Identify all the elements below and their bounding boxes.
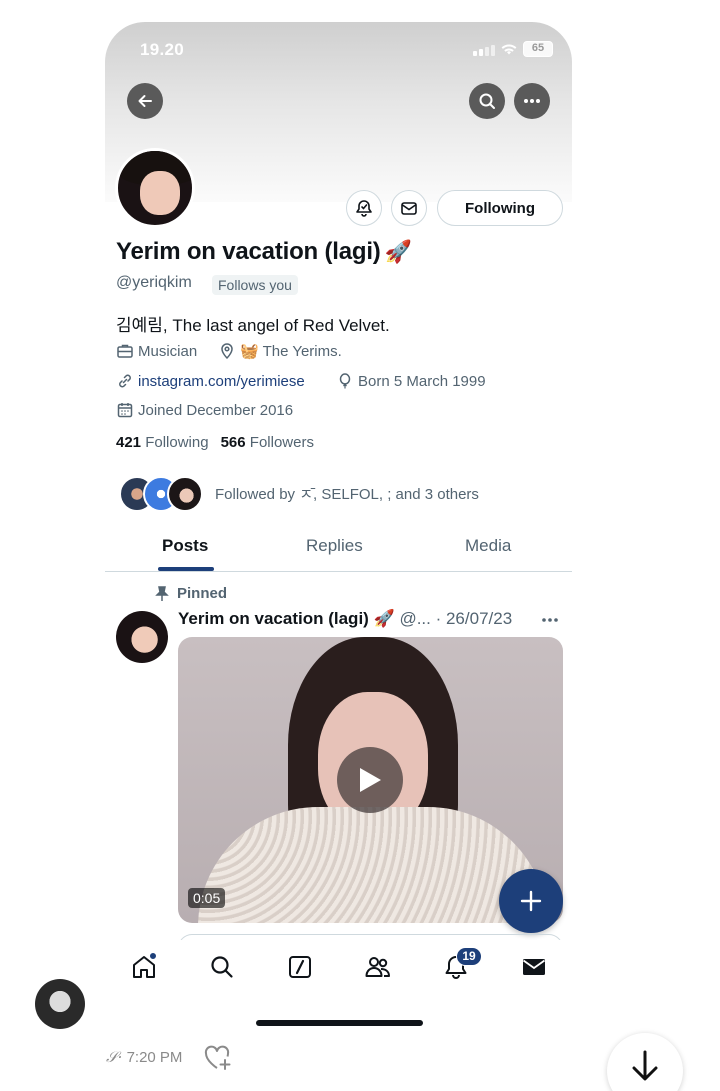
play-icon (360, 768, 381, 792)
profile-name: Yerim on vacation (lagi) 🚀 (116, 238, 412, 265)
status-time: 19.20 (140, 40, 185, 59)
battery-indicator: 65 (523, 41, 553, 57)
message-time: 7:20 PM (126, 1049, 183, 1066)
profile-location: 🧺 The Yerims. (218, 342, 342, 360)
shared-profile-screenshot[interactable]: 19.20 65 Following Yerim on vacation (la… (105, 22, 572, 1040)
home-unread-dot (149, 952, 157, 960)
following-count-link[interactable]: 421 Following (116, 434, 209, 451)
calendar-icon (117, 403, 133, 418)
status-bar: 19.20 65 (105, 22, 572, 78)
followers-count-link[interactable]: 566 Followers (221, 434, 314, 451)
post-more-button[interactable] (541, 610, 559, 628)
active-tab-indicator (158, 567, 214, 571)
search-icon (211, 956, 233, 978)
ellipsis-icon (524, 99, 540, 103)
video-duration: 0:05 (188, 888, 226, 908)
nav-messages[interactable] (520, 953, 548, 981)
profile-stats: 421 Following 566 Followers (116, 434, 314, 451)
profile-website-link[interactable]: instagram.com/yerimiese (116, 372, 305, 390)
profile-bio: 김예림, The last angel of Red Velvet. (116, 316, 390, 335)
scroll-to-bottom-button[interactable] (607, 1033, 683, 1091)
follows-you-badge: Follows you (212, 275, 298, 295)
post-handle-date: @... · 26/07/23 (394, 609, 513, 628)
envelope-icon (401, 202, 417, 215)
notifications-toggle-button[interactable] (346, 190, 382, 226)
tab-replies[interactable]: Replies (306, 536, 363, 556)
location-pin-icon (221, 343, 233, 360)
profile-birthday: Born 5 March 1999 (336, 372, 486, 390)
plus-icon (520, 890, 542, 912)
post-author-avatar[interactable] (116, 611, 168, 663)
pinned-label: Pinned (155, 585, 227, 602)
play-button[interactable] (337, 747, 403, 813)
heart-plus-icon (204, 1045, 231, 1070)
message-meta: 𝒮· 7:20 PM (106, 1048, 182, 1066)
profile-tabs: Posts Replies Media (105, 530, 572, 572)
back-button[interactable] (127, 83, 163, 119)
briefcase-icon (117, 344, 133, 358)
read-receipt: 𝒮· (106, 1048, 123, 1066)
nav-grok[interactable] (286, 953, 314, 981)
tab-media[interactable]: Media (465, 536, 511, 556)
message-button[interactable] (391, 190, 427, 226)
nav-communities[interactable] (364, 953, 392, 981)
nav-search[interactable] (208, 953, 236, 981)
profile-job: Musician (116, 342, 197, 360)
signal-icon (473, 44, 495, 56)
profile-avatar[interactable] (115, 148, 195, 228)
post-header: Yerim on vacation (lagi) 🚀 @... · 26/07/… (178, 609, 512, 629)
sender-avatar[interactable] (35, 979, 85, 1029)
post-author-name[interactable]: Yerim on vacation (lagi) 🚀 (178, 609, 395, 628)
balloon-icon (339, 373, 351, 389)
link-icon (119, 374, 131, 388)
more-options-button[interactable] (514, 83, 550, 119)
profile-joined-date: Joined December 2016 (116, 401, 293, 419)
pin-icon (155, 585, 169, 601)
search-button[interactable] (469, 83, 505, 119)
bottom-navigation: 19 (105, 940, 572, 1000)
search-icon (479, 93, 495, 109)
mutual-followers-avatars[interactable] (119, 476, 209, 514)
people-icon (365, 957, 390, 977)
rocket-emoji: 🚀 (384, 239, 412, 264)
wifi-icon (501, 44, 517, 55)
notification-count-badge: 19 (456, 947, 482, 966)
grok-icon (289, 956, 311, 978)
ellipsis-icon (542, 618, 558, 622)
home-indicator (256, 1020, 423, 1026)
profile-handle: @yeriqkim (116, 274, 192, 291)
bell-check-icon (356, 200, 372, 217)
tab-posts[interactable]: Posts (162, 536, 208, 556)
arrow-left-icon (138, 95, 152, 107)
add-reaction-button[interactable] (203, 1044, 233, 1077)
chat-screenshot: 19.20 65 Following Yerim on vacation (la… (0, 0, 720, 1091)
arrow-down-icon (632, 1050, 658, 1081)
envelope-icon (522, 959, 546, 975)
followed-by-text[interactable]: Followed by ㅈ̄, SELFOL, ; and 3 others (215, 483, 479, 504)
compose-post-button[interactable] (499, 869, 563, 933)
following-button[interactable]: Following (437, 190, 563, 226)
